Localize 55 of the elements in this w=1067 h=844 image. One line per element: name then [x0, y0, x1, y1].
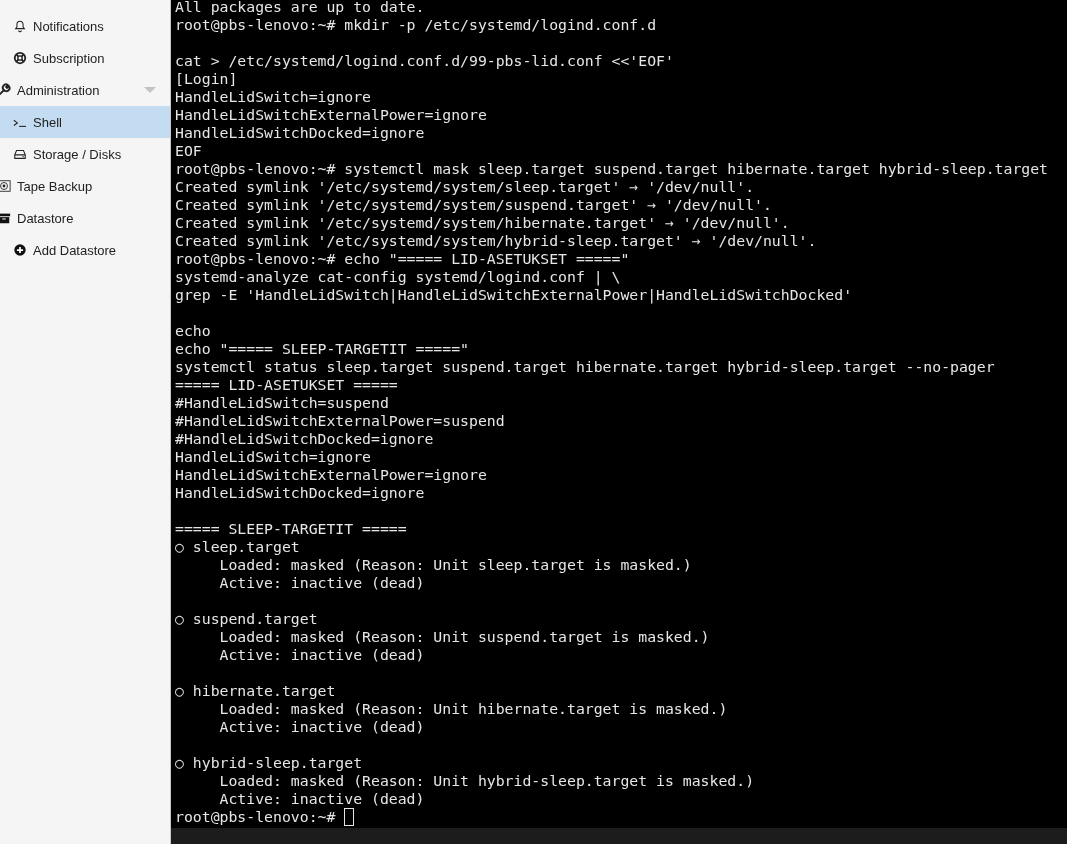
sidebar-item[interactable]: Tape Backup	[0, 170, 170, 202]
terminal-line: Created symlink '/etc/systemd/system/hibernate.target' → '/dev/null'.	[175, 214, 790, 232]
terminal-line: echo "===== SLEEP-TARGETIT ====="	[175, 340, 469, 358]
terminal-line: Active: inactive (dead)	[218, 574, 425, 592]
terminal-line: HandleLidSwitchExternalPower=ignore	[175, 466, 487, 484]
terminal-line: Loaded: masked (Reason: Unit suspend.target is masked.)	[218, 628, 710, 646]
sidebar-item[interactable]: Add Datastore	[0, 234, 170, 266]
terminal-line: ○ hibernate.target	[175, 682, 336, 700]
terminal-line: Loaded: masked (Reason: Unit hybrid-sleep.target is masked.)	[218, 772, 755, 790]
terminal-line: root@pbs-lenovo:~# echo "===== LID-ASETUKSET ====="	[175, 250, 630, 268]
hard-drive-icon	[13, 147, 27, 161]
tape-icon	[0, 179, 11, 193]
terminal-line: grep -E 'HandleLidSwitch|HandleLidSwitchExternalPower|HandleLidSwitchDocked'	[175, 286, 853, 304]
terminal-line: echo	[175, 322, 211, 340]
terminal-line: #HandleLidSwitchDocked=ignore	[175, 430, 434, 448]
terminal-line: Created symlink '/etc/systemd/system/sleep.target' → '/dev/null'.	[175, 178, 755, 196]
wrench-icon	[0, 83, 11, 97]
terminal-line: HandleLidSwitchDocked=ignore	[175, 484, 425, 502]
terminal-line: ===== SLEEP-TARGETIT =====	[175, 520, 407, 538]
terminal-line: Created symlink '/etc/systemd/system/hybrid-sleep.target' → '/dev/null'.	[175, 232, 817, 250]
sidebar-item[interactable]: Datastore	[0, 202, 170, 234]
terminal-line: systemd-analyze cat-config systemd/logind.conf | \	[175, 268, 621, 286]
terminal-line: HandleLidSwitch=ignore	[175, 448, 371, 466]
plus-circle-icon	[13, 243, 27, 257]
lifebuoy-icon	[13, 51, 27, 65]
terminal-line: Loaded: masked (Reason: Unit hibernate.target is masked.)	[218, 700, 728, 718]
terminal-line: root@pbs-lenovo:~# mkdir -p /etc/systemd/logind.conf.d	[175, 16, 657, 34]
terminal-line: HandleLidSwitch=ignore	[175, 88, 371, 106]
terminal-line: Active: inactive (dead)	[218, 790, 425, 808]
terminal-line: Active: inactive (dead)	[218, 646, 425, 664]
sidebar-item[interactable]: Notifications	[0, 10, 170, 42]
terminal-line: #HandleLidSwitch=suspend	[175, 394, 389, 412]
sidebar-item[interactable]: Storage / Disks	[0, 138, 170, 170]
terminal-line: HandleLidSwitchExternalPower=ignore	[175, 106, 487, 124]
sidebar-item[interactable]: Shell	[0, 106, 170, 138]
caret-icon[interactable]	[144, 87, 156, 93]
terminal-line: All packages are up to date.	[175, 0, 425, 16]
terminal-line: ○ sleep.target	[175, 538, 300, 556]
terminal-line: ○ suspend.target	[175, 610, 318, 628]
terminal-line: root@pbs-lenovo:~# systemctl mask sleep.target suspend.target hibernate.target hybrid-sleep.target	[175, 160, 1049, 178]
bell-icon	[13, 19, 27, 33]
terminal-line: cat > /etc/systemd/logind.conf.d/99-pbs-lid.conf <<'EOF'	[175, 52, 674, 70]
terminal-line: EOF	[175, 142, 202, 160]
terminal-line: ○ hybrid-sleep.target	[175, 754, 363, 772]
sidebar-item[interactable]: Administration	[0, 74, 170, 106]
sidebar-item[interactable]: Subscription	[0, 42, 170, 74]
terminal-line: Created symlink '/etc/systemd/system/suspend.target' → '/dev/null'.	[175, 196, 772, 214]
terminal-line: HandleLidSwitchDocked=ignore	[175, 124, 425, 142]
terminal-line: systemctl status sleep.target suspend.target hibernate.target hybrid-sleep.target --no-pager	[175, 358, 995, 376]
terminal-line: ===== LID-ASETUKSET =====	[175, 376, 398, 394]
terminal-line: root@pbs-lenovo:~#	[175, 808, 337, 826]
terminal-line: Loaded: masked (Reason: Unit sleep.target is masked.)	[218, 556, 692, 574]
terminal-line: Active: inactive (dead)	[218, 718, 425, 736]
terminal-line: #HandleLidSwitchExternalPower=suspend	[175, 412, 505, 430]
terminal-line: [Login]	[175, 70, 238, 88]
